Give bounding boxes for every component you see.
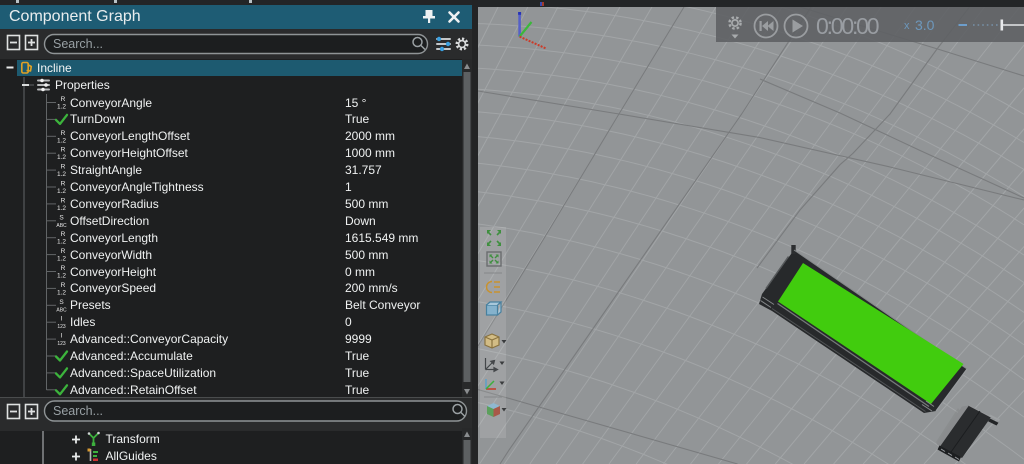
svg-text:1.2: 1.2 [57, 256, 66, 263]
svg-text:R: R [61, 181, 66, 188]
svg-text:1.2: 1.2 [57, 137, 66, 144]
svg-text:x: x [904, 20, 910, 32]
svg-text:Search...: Search... [53, 37, 103, 51]
svg-text:1.2: 1.2 [57, 289, 66, 296]
svg-text:S: S [59, 214, 64, 221]
svg-text:ABC: ABC [56, 223, 67, 229]
svg-text:1.2: 1.2 [57, 171, 66, 178]
svg-text:1.2: 1.2 [57, 273, 66, 280]
svg-text:Search...: Search... [53, 404, 103, 418]
svg-text:1.2: 1.2 [57, 188, 66, 195]
svg-text:I: I [61, 333, 63, 340]
svg-text:1.2: 1.2 [57, 154, 66, 161]
svg-text:0:00:00: 0:00:00 [816, 13, 879, 39]
svg-text:R: R [61, 197, 66, 204]
svg-text:R: R [61, 282, 66, 289]
svg-text:1.2: 1.2 [57, 239, 66, 246]
svg-text:1.2: 1.2 [57, 205, 66, 212]
svg-text:3.0: 3.0 [915, 17, 935, 33]
svg-text:I: I [61, 316, 63, 323]
svg-text:R: R [61, 96, 66, 103]
svg-text:R: R [61, 164, 66, 171]
svg-text:123: 123 [57, 341, 66, 347]
svg-text:R: R [61, 130, 66, 137]
svg-text:R: R [61, 147, 66, 154]
svg-text:R: R [61, 231, 66, 238]
svg-text:123: 123 [57, 324, 66, 330]
svg-text:S: S [59, 299, 64, 306]
svg-text:R: R [61, 265, 66, 272]
svg-text:1.2: 1.2 [57, 104, 66, 111]
svg-text:R: R [61, 248, 66, 255]
svg-text:ABC: ABC [56, 307, 67, 313]
